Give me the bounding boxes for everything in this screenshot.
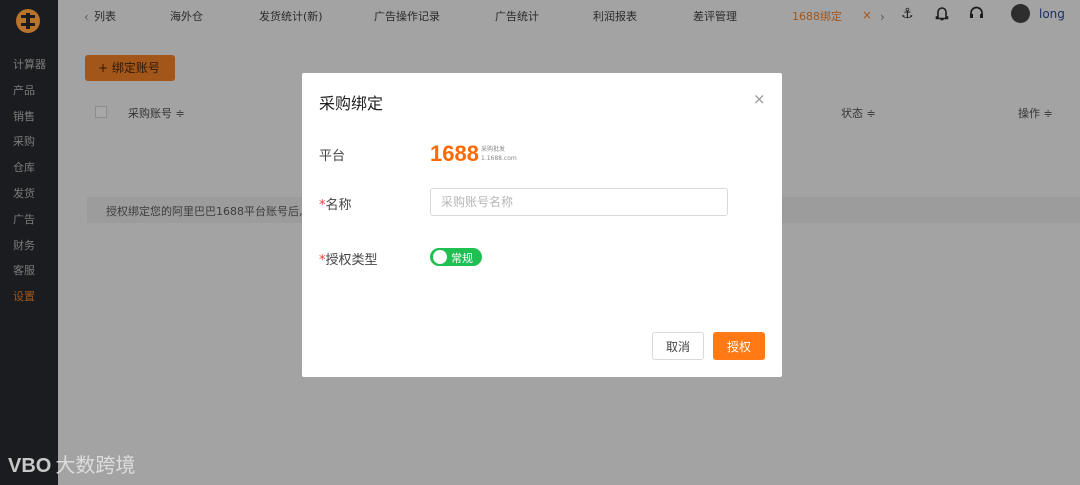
name-label: *名称 [319,198,352,213]
sidebar-item-sales[interactable]: 销售 [0,104,58,130]
bell-icon[interactable] [935,6,949,25]
dialog-title: 采购绑定 [319,94,384,113]
sidebar-item-shipping[interactable]: 发货 [0,181,58,207]
headset-icon[interactable] [969,6,984,25]
close-icon[interactable]: × [753,90,766,108]
authorize-button[interactable]: 授权 [713,332,765,360]
watermark: VBO 大数跨境 [8,449,135,478]
auth-type-label: *授权类型 [319,253,378,268]
sidebar: 计算器 产品 销售 采购 仓库 发货 广告 财务 客服 设置 [0,0,58,485]
sidebar-item-settings[interactable]: 设置 [0,284,58,310]
toggle-knob [433,250,447,264]
tab-list[interactable]: 列表 [94,8,116,24]
sidebar-nav: 计算器 产品 销售 采购 仓库 发货 广告 财务 客服 设置 [0,52,58,310]
platform-label: 平台 [319,149,346,164]
chevron-right-icon[interactable]: › [880,10,885,24]
account-name-input[interactable] [430,188,728,216]
user-name[interactable]: long [1039,7,1065,21]
app-logo[interactable] [16,9,40,33]
auth-type-toggle[interactable]: 常规 [430,248,482,266]
avatar[interactable] [1011,4,1030,23]
chevron-left-icon[interactable]: ‹ [84,10,89,24]
platform-1688-logo-subtext: 采购批发 1.1688.com [481,146,517,162]
sidebar-item-products[interactable]: 产品 [0,78,58,104]
top-tab-bar: ‹ 列表 海外仓 发货统计(新) 广告操作记录 广告统计 利润报表 差评管理 1… [58,0,1080,32]
tab-overseas-warehouse[interactable]: 海外仓 [170,8,203,24]
sidebar-item-calculator[interactable]: 计算器 [0,52,58,78]
tab-close-icon[interactable]: × [862,8,872,22]
tab-ad-operation-log[interactable]: 广告操作记录 [374,8,440,24]
tab-ad-stats[interactable]: 广告统计 [495,8,539,24]
sidebar-item-customer-service[interactable]: 客服 [0,258,58,284]
sidebar-item-purchase[interactable]: 采购 [0,129,58,155]
column-header-purchase-account[interactable]: 采购账号 ≑ [128,105,185,121]
column-header-status[interactable]: 状态 ≑ [841,105,876,121]
empty-tip-text: 授权绑定您的阿里巴巴1688平台账号后, [106,205,303,218]
watermark-logo: VBO [8,455,52,477]
tab-1688-binding[interactable]: 1688绑定 [792,8,842,24]
toggle-label: 常规 [451,252,473,265]
sidebar-item-finance[interactable]: 财务 [0,233,58,259]
tab-negative-review[interactable]: 差评管理 [693,8,737,24]
cancel-button[interactable]: 取消 [652,332,704,360]
sidebar-item-warehouse[interactable]: 仓库 [0,155,58,181]
platform-1688-logo: 1688 [430,141,479,166]
select-all-checkbox[interactable] [95,106,107,118]
tab-shipping-stats[interactable]: 发货统计(新) [259,8,323,24]
anchor-icon[interactable]: ⚓︎ [901,6,914,22]
sidebar-item-ads[interactable]: 广告 [0,207,58,233]
purchase-binding-dialog: 采购绑定 × 平台 1688 采购批发 1.1688.com *名称 *授权类型… [302,73,782,377]
tab-profit-report[interactable]: 利润报表 [593,8,637,24]
watermark-text: 大数跨境 [55,453,136,477]
bind-account-button[interactable]: + 绑定账号 [85,55,175,81]
column-header-action[interactable]: 操作 ≑ [1018,105,1053,121]
